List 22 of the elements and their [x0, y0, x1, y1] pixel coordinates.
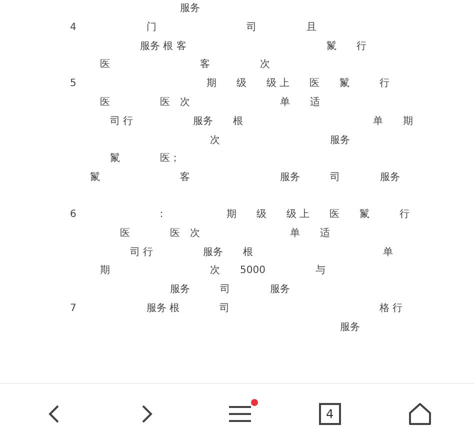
- text-line: 7 服务 根 司 格 行: [69, 302, 404, 316]
- chevron-left-icon: [48, 404, 60, 424]
- text-line: 司 行 服务 根 单: [129, 246, 394, 260]
- text-line: 服务 根 客 鬣 行: [139, 40, 368, 54]
- text-line: 鬣 客 服务 司 服务: [89, 170, 401, 186]
- text-line: 医 医 次 单 适: [99, 96, 321, 110]
- chevron-right-icon: [141, 404, 154, 424]
- text-line: 司 行 服务 根 单 期: [109, 114, 414, 129]
- text-line: 5 期 级 级 上 医 鬣 行: [69, 76, 391, 92]
- text-line: 服务: [339, 320, 361, 335]
- text-line: 医 客 次: [99, 58, 271, 72]
- text-line: 期 次 5000 与: [99, 264, 326, 278]
- home-icon: [408, 403, 431, 425]
- text-line: 4 门 司 且: [69, 20, 318, 35]
- menu-icon: [228, 405, 252, 423]
- text-line: 次 服务: [209, 134, 351, 148]
- text-line: 服务: [179, 2, 201, 16]
- tabs-button[interactable]: 4: [318, 403, 341, 425]
- text-line: 鬣 医；: [109, 152, 181, 166]
- text-line: 6 ： 期 级 级 上 医 鬣 行: [69, 208, 411, 222]
- text-line: 服务 司 服务: [169, 283, 291, 298]
- text-line: 医 医 次 单 适: [119, 226, 331, 241]
